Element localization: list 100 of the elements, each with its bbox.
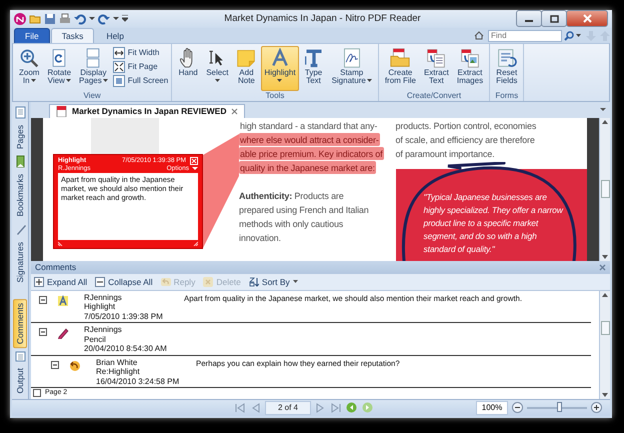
scroll-thumb[interactable] [600,180,610,198]
signature-icon [342,48,362,68]
plus-box-icon [34,276,44,287]
bookmark-icon[interactable] [14,155,26,168]
close-icon[interactable] [599,264,606,271]
maximize-icon [550,14,558,23]
ribbon-button[interactable]: Type Text [300,46,327,91]
collapse-icon[interactable] [39,296,47,304]
folder-icon[interactable] [29,12,41,25]
ribbon-button[interactable]: Rotate View [44,46,74,91]
ribbon-button[interactable]: Highlight [261,46,299,91]
fit-page-icon [112,60,125,73]
group-label: Forms [494,90,520,101]
zoom-slider-thumb[interactable] [557,402,562,412]
vertical-scrollbar[interactable] [599,118,610,261]
scroll-thumb[interactable] [600,320,610,335]
collapse-icon[interactable] [39,328,47,336]
bottom-panel-tab[interactable]: Comments [13,299,27,348]
ribbon-button[interactable]: Extract Images [454,46,486,91]
ribbon-button[interactable]: Extract Text [420,46,452,91]
caret-icon[interactable] [113,16,119,22]
body-text: high standard - a standard that any- [239,120,378,132]
comment-date: 20/04/2010 8:54:30 AM [84,344,168,354]
group-label: View [82,90,102,101]
toolbar-button[interactable]: Expand All [34,276,88,287]
folder-document-icon [390,48,410,68]
text-tool-icon [304,48,324,68]
reply-icon [160,276,171,287]
ribbon-button[interactable]: Reset Fields [493,46,520,91]
app-logo-icon[interactable] [14,12,26,25]
full-screen-icon [112,74,125,87]
page-icon[interactable] [14,106,26,119]
customize-icon[interactable] [122,15,128,22]
highlighted-text: quality in the Japanese market are: [239,160,376,174]
toolbar-button[interactable]: Sort By [248,276,298,287]
undo-icon[interactable] [74,12,86,25]
zoom-out-icon[interactable] [512,402,523,414]
ribbon-tab[interactable]: Tasks [50,28,94,43]
bottom-panel-tab[interactable]: Output [14,365,26,397]
minimize-button[interactable] [516,10,542,28]
close-icon[interactable] [231,108,238,115]
form-arrow-icon [496,48,517,68]
ribbon-button[interactable]: Select [203,46,232,91]
comment-row[interactable]: RJennings Pencil 20/04/2010 8:54:30 AM [31,323,591,356]
minus-box-icon [95,276,106,287]
highlighted-text: where else would attract a consider- [239,132,380,146]
ribbon-button[interactable]: Full Screen [112,74,168,87]
document-picture-icon [460,48,480,68]
caret-icon [192,166,198,170]
fit-width-icon [112,46,125,59]
letter-a-icon [270,48,290,68]
caret-icon[interactable] [89,16,95,22]
caret-icon[interactable] [576,33,581,38]
ribbon-button[interactable]: Fit Width [112,46,168,59]
back-icon[interactable] [346,402,357,414]
ribbon-button[interactable]: Fit Page [112,60,168,73]
comment-type: Re:Highlight [96,367,141,377]
comment-author: RJennings [84,292,123,302]
maximize-button[interactable] [541,10,567,28]
search-icon[interactable] [564,30,574,41]
ribbon-button[interactable]: Zoom In [16,46,42,91]
zoom-field[interactable]: 100% [476,400,508,415]
resize-grip-icon[interactable] [192,240,198,246]
sort-icon [248,276,259,287]
resize-grip-icon[interactable] [58,240,64,246]
sticky-note-icon [236,48,256,68]
document-tab[interactable]: Market Dynamics In Japan REVIEWED [49,104,246,118]
file-menu-tab[interactable]: File [14,28,50,43]
ribbon-button[interactable]: Hand [175,46,202,91]
home-icon[interactable] [474,30,484,40]
ribbon-button[interactable]: Display Pages [76,46,111,91]
collapse-icon[interactable] [51,360,59,369]
page-number-field[interactable]: 2 of 4 [265,400,311,415]
save-icon[interactable] [44,12,56,25]
pen-icon[interactable] [14,222,26,236]
search-field[interactable]: Find [488,30,562,42]
side-panel-tab[interactable]: Bookmarks [14,171,26,220]
ribbon-button[interactable]: Create from File [382,46,419,91]
body-text: of paramount importance. [396,148,496,161]
side-panel-tab[interactable]: Pages [14,122,26,152]
caret-icon[interactable] [600,108,606,111]
panel-title: Comments [35,262,76,272]
printer-icon[interactable] [59,12,71,25]
toolbar-button[interactable]: Collapse All [95,276,153,287]
group-label: Create/Convert [406,90,462,101]
expand-box-icon[interactable] [33,389,41,398]
ribbon-button[interactable]: Stamp Signature [328,46,375,91]
redo-icon[interactable] [98,12,110,25]
comment-date: 7/05/2010 1:39:38 PM [84,312,164,322]
caret-icon [292,280,298,284]
ribbon-tab[interactable]: Help [95,28,135,43]
list-icon[interactable] [14,351,26,362]
zoom-in-icon[interactable] [591,402,602,414]
side-panel-tab[interactable]: Signatures [14,238,26,286]
documents-arrow-icon [426,48,446,68]
ribbon-button[interactable]: Add Note [233,46,260,91]
magnifier-plus-icon [19,48,40,68]
close-button[interactable] [566,10,608,28]
body-paragraph: Authenticity: Products are prepared using French and Italian methods with only cautious innovation. [239,190,370,245]
vertical-scrollbar[interactable] [599,290,610,399]
